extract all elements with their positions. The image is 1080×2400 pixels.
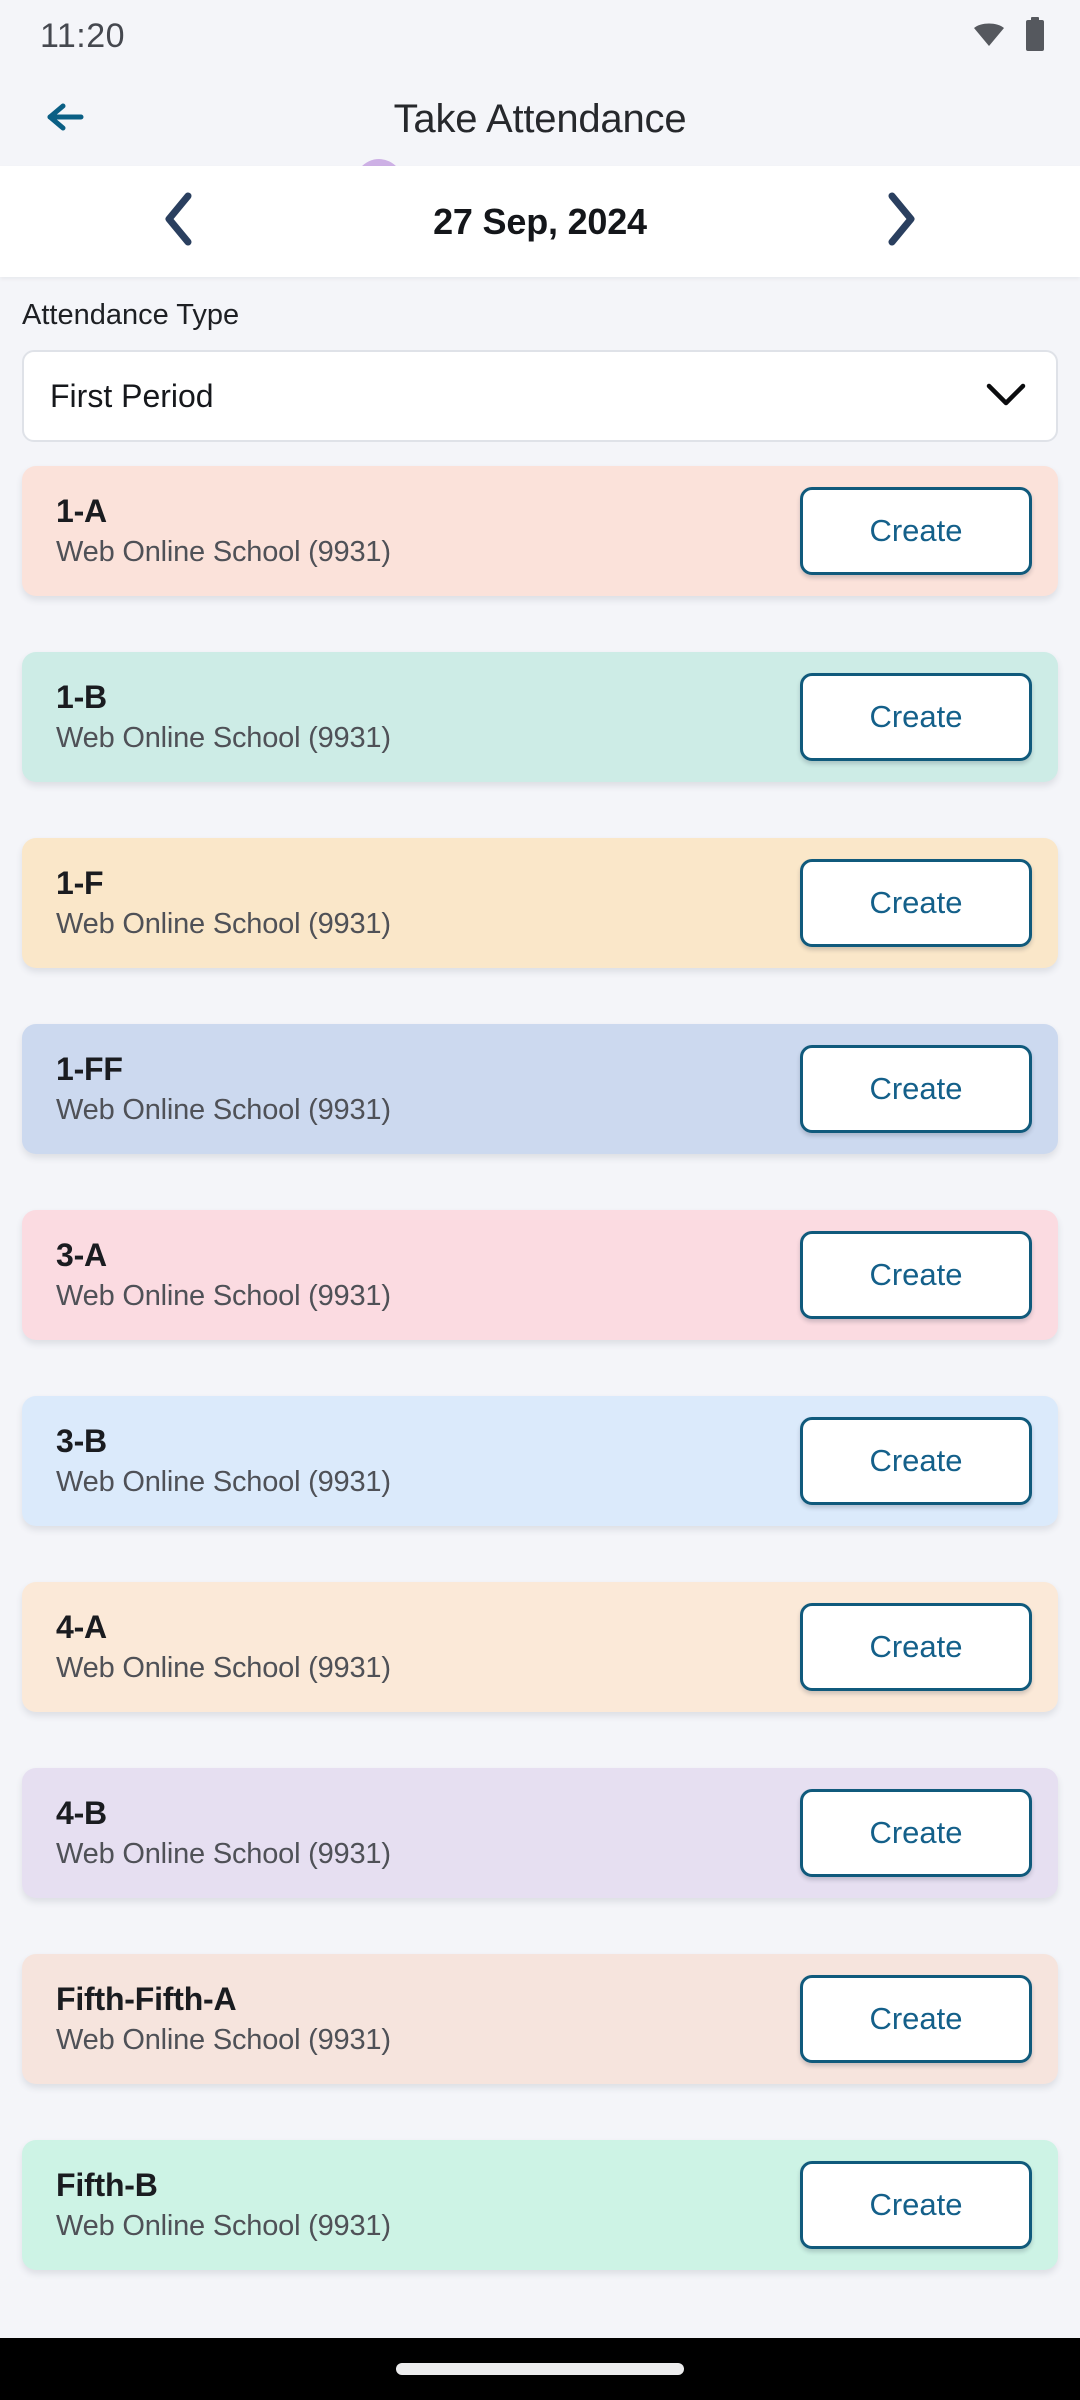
battery-icon [1024, 16, 1046, 56]
class-name: 4-A [56, 1609, 107, 1645]
attendance-type-value: First Period [50, 377, 214, 414]
class-info: 1-A Web Online School (9931) [56, 493, 391, 569]
attendance-type-label: Attendance Type [22, 299, 240, 331]
class-info: 4-B Web Online School (9931) [56, 1795, 391, 1871]
class-card[interactable]: 4-B Web Online School (9931) Create [22, 1768, 1058, 1898]
class-info: 1-F Web Online School (9931) [56, 865, 391, 941]
class-info: Fifth-Fifth-A Web Online School (9931) [56, 1981, 391, 2057]
class-school-label: Web Online School (9931) [56, 722, 391, 754]
class-name: 4-B [56, 1795, 107, 1831]
class-card[interactable]: Fifth-Fifth-A Web Online School (9931) Cre… [22, 1954, 1058, 2084]
class-name: 1-B [56, 679, 107, 715]
class-info: 1-B Web Online School (9931) [56, 679, 391, 755]
chevron-left-icon [160, 191, 200, 252]
class-info: Fifth-B Web Online School (9931) [56, 2167, 391, 2243]
create-attendance-button[interactable]: Create [800, 1975, 1032, 2063]
class-name: Fifth-B [56, 2167, 158, 2203]
class-name: 1-F [56, 865, 104, 901]
status-bar: 11:20 [0, 0, 1080, 72]
attendance-type-section: Attendance Type First Period [0, 277, 1080, 442]
class-school-label: Web Online School (9931) [56, 536, 391, 568]
class-school-label: Web Online School (9931) [56, 1652, 391, 1684]
create-attendance-button[interactable]: Create [800, 1603, 1032, 1691]
class-name: 1-A [56, 493, 107, 529]
class-card[interactable]: 1-F Web Online School (9931) Create [22, 838, 1058, 968]
class-card[interactable]: 3-B Web Online School (9931) Create [22, 1396, 1058, 1526]
class-info: 4-A Web Online School (9931) [56, 1609, 391, 1685]
class-school-label: Web Online School (9931) [56, 2024, 391, 2056]
chevron-down-icon [984, 380, 1028, 413]
class-card[interactable]: 1-B Web Online School (9931) Create [22, 652, 1058, 782]
class-name: 3-A [56, 1237, 107, 1273]
create-attendance-button[interactable]: Create [800, 2161, 1032, 2249]
create-attendance-button[interactable]: Create [800, 1231, 1032, 1319]
class-school-label: Web Online School (9931) [56, 1094, 391, 1126]
class-list: 1-A Web Online School (9931) Create 1-B Web … [0, 442, 1080, 2270]
create-attendance-button[interactable]: Create [800, 673, 1032, 761]
create-attendance-button[interactable]: Create [800, 1417, 1032, 1505]
class-name: 3-B [56, 1423, 107, 1459]
class-school-label: Web Online School (9931) [56, 2210, 391, 2242]
wifi-icon [972, 20, 1006, 53]
class-school-label: Web Online School (9931) [56, 1838, 391, 1870]
home-indicator[interactable] [396, 2363, 684, 2375]
chevron-right-icon [880, 191, 920, 252]
class-info: 1-FF Web Online School (9931) [56, 1051, 391, 1127]
class-card[interactable]: 4-A Web Online School (9931) Create [22, 1582, 1058, 1712]
class-card[interactable]: Fifth-B Web Online School (9931) Create [22, 2140, 1058, 2270]
class-school-label: Web Online School (9931) [56, 1466, 391, 1498]
class-info: 3-B Web Online School (9931) [56, 1423, 391, 1499]
class-name: Fifth-Fifth-A [56, 1981, 237, 2017]
date-navigation-bar: 27 Sep, 2024 [0, 166, 1080, 277]
create-attendance-button[interactable]: Create [800, 1045, 1032, 1133]
create-attendance-button[interactable]: Create [800, 1789, 1032, 1877]
class-card[interactable]: 1-FF Web Online School (9931) Create [22, 1024, 1058, 1154]
app-bar: Take Attendance [0, 72, 1080, 217]
class-school-label: Web Online School (9931) [56, 908, 391, 940]
system-navigation-bar [0, 2338, 1080, 2400]
page-title: Take Attendance [393, 96, 687, 141]
next-date-button[interactable] [862, 184, 938, 260]
selected-date-label: 27 Sep, 2024 [433, 200, 647, 242]
create-attendance-button[interactable]: Create [800, 859, 1032, 947]
class-name: 1-FF [56, 1051, 123, 1087]
status-bar-icons [972, 16, 1046, 56]
class-card[interactable]: 3-A Web Online School (9931) Create [22, 1210, 1058, 1340]
class-info: 3-A Web Online School (9931) [56, 1237, 391, 1313]
previous-date-button[interactable] [142, 184, 218, 260]
class-school-label: Web Online School (9931) [56, 1280, 391, 1312]
class-list-scroll-area[interactable]: 1-A Web Online School (9931) Create 1-B Web … [0, 442, 1080, 2400]
status-bar-time: 11:20 [40, 16, 126, 55]
attendance-type-dropdown[interactable]: First Period [22, 350, 1058, 442]
class-card[interactable]: 1-A Web Online School (9931) Create [22, 466, 1058, 596]
create-attendance-button[interactable]: Create [800, 487, 1032, 575]
